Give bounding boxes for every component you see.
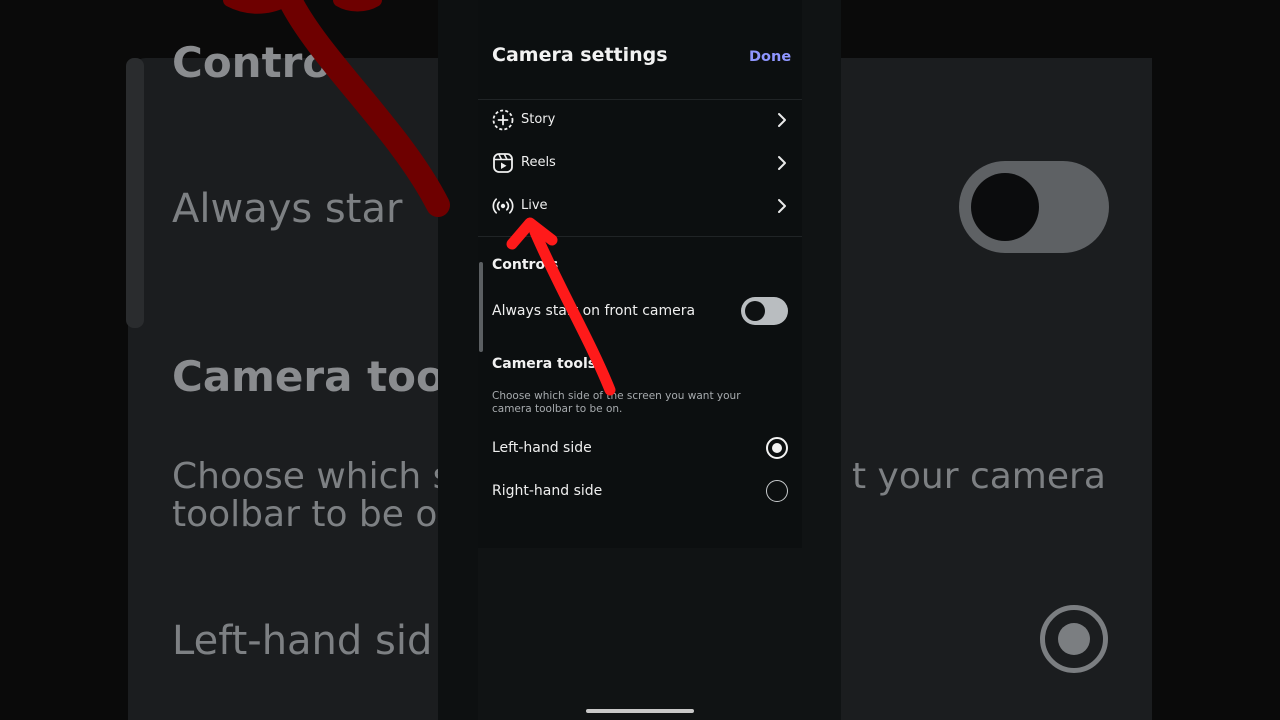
background-always-start-text: Always star	[172, 186, 403, 232]
option-left-hand-label: Left-hand side	[492, 440, 592, 456]
background-radio	[1040, 605, 1108, 673]
left-rail	[438, 0, 478, 720]
background-heading-controls: Contro	[172, 38, 332, 87]
reels-icon	[493, 153, 513, 173]
home-indicator[interactable]	[586, 709, 694, 713]
background-scroll-handle	[126, 58, 144, 328]
left-hand-radio[interactable]	[766, 437, 788, 459]
menu-item-story[interactable]: Story	[492, 103, 788, 139]
background-hint-line1-right: t your camera	[852, 456, 1106, 497]
settings-panel	[478, 0, 802, 548]
background-hint-line2: toolbar to be on.	[172, 494, 472, 535]
camera-tools-hint: Choose which side of the screen you want…	[492, 390, 741, 415]
background-toggle	[959, 161, 1109, 253]
menu-item-label: Live	[521, 198, 548, 213]
background-left-hand-text: Left-hand sid	[172, 618, 433, 664]
front-camera-toggle[interactable]	[741, 297, 788, 325]
chevron-right-icon	[778, 113, 786, 127]
menu-item-label: Story	[521, 112, 556, 127]
toggle-knob	[745, 301, 765, 321]
page-title: Camera settings	[492, 44, 668, 66]
option-right-hand-label: Right-hand side	[492, 483, 603, 499]
menu-item-reels[interactable]: Reels	[492, 146, 788, 182]
scrollbar[interactable]	[479, 262, 483, 352]
front-camera-label: Always start on front camera	[492, 303, 696, 319]
chevron-right-icon	[778, 199, 786, 213]
section-heading-camera-tools: Camera tools	[492, 356, 597, 372]
done-button[interactable]: Done	[749, 49, 791, 65]
phone-screen: Camera settings Done Story Reels Live Co…	[438, 0, 841, 720]
divider	[478, 99, 802, 100]
menu-item-live[interactable]: Live	[492, 189, 788, 225]
story-add-icon	[492, 109, 514, 131]
live-broadcast-icon	[492, 198, 514, 214]
right-hand-radio[interactable]	[766, 480, 788, 502]
divider	[478, 236, 802, 237]
section-heading-controls: Controls	[492, 257, 559, 273]
chevron-right-icon	[778, 156, 786, 170]
menu-item-label: Reels	[521, 155, 556, 170]
